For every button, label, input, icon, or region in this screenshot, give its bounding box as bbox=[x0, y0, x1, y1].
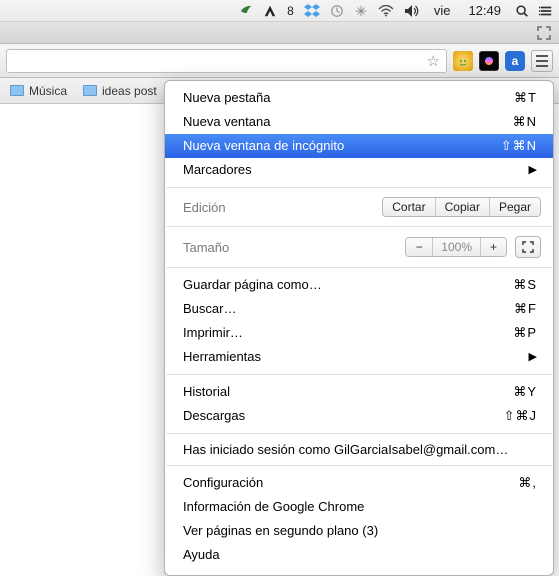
menu-help[interactable]: Ayuda bbox=[165, 543, 553, 567]
menu-new-tab[interactable]: Nueva pestaña ⌘T bbox=[165, 86, 553, 110]
menu-zoom-row: Tamaño − 100% + bbox=[165, 232, 553, 262]
menu-new-window[interactable]: Nueva ventana ⌘N bbox=[165, 110, 553, 134]
shortcut: ⌘P bbox=[513, 324, 537, 342]
sync-icon[interactable] bbox=[354, 0, 368, 21]
menu-settings[interactable]: Configuración ⌘, bbox=[165, 471, 553, 495]
paste-button[interactable]: Pegar bbox=[489, 198, 540, 216]
menu-label: Imprimir… bbox=[183, 324, 243, 342]
macos-menubar: 8 vie 12:49 bbox=[0, 0, 559, 22]
extension-icon-2[interactable] bbox=[479, 51, 499, 71]
menu-about-chrome[interactable]: Información de Google Chrome bbox=[165, 495, 553, 519]
tab-strip bbox=[0, 22, 559, 44]
menu-label: Tamaño bbox=[183, 240, 229, 255]
edit-button-group: Cortar Copiar Pegar bbox=[382, 197, 541, 217]
menu-label: Ayuda bbox=[183, 546, 220, 564]
folder-icon bbox=[83, 85, 97, 96]
shortcut: ⌘S bbox=[513, 276, 537, 294]
menu-label: Has iniciado sesión como GilGarciaIsabel… bbox=[183, 442, 508, 457]
menu-label: Nueva ventana bbox=[183, 113, 270, 131]
spotlight-icon[interactable] bbox=[515, 0, 529, 21]
shortcut: ⇧⌘N bbox=[501, 137, 537, 155]
cut-button[interactable]: Cortar bbox=[383, 198, 434, 216]
chrome-menu-button[interactable] bbox=[531, 50, 553, 72]
bookmark-star-icon[interactable]: ☆ bbox=[427, 52, 440, 70]
zoom-in-button[interactable]: + bbox=[480, 238, 506, 256]
submenu-arrow-icon: ▶ bbox=[529, 161, 537, 179]
menu-label: Nueva pestaña bbox=[183, 89, 270, 107]
separator bbox=[166, 465, 552, 466]
notification-center-icon[interactable] bbox=[539, 0, 553, 21]
menu-find[interactable]: Buscar… ⌘F bbox=[165, 297, 553, 321]
hummingbird-icon[interactable] bbox=[239, 0, 253, 21]
extension-icon-1[interactable] bbox=[453, 51, 473, 71]
menu-new-incognito[interactable]: Nueva ventana de incógnito ⇧⌘N bbox=[165, 134, 553, 158]
separator bbox=[166, 226, 552, 227]
shortcut: ⇧⌘J bbox=[504, 407, 537, 425]
adobe-icon[interactable] bbox=[263, 0, 277, 21]
shortcut: ⌘, bbox=[518, 474, 537, 492]
menu-label: Guardar página como… bbox=[183, 276, 322, 294]
menu-label: Información de Google Chrome bbox=[183, 498, 364, 516]
copy-button[interactable]: Copiar bbox=[435, 198, 489, 216]
separator bbox=[166, 187, 552, 188]
shortcut: ⌘Y bbox=[513, 383, 537, 401]
menu-downloads[interactable]: Descargas ⇧⌘J bbox=[165, 404, 553, 428]
shortcut: ⌘N bbox=[513, 113, 537, 131]
menu-label: Nueva ventana de incógnito bbox=[183, 137, 344, 155]
separator bbox=[166, 267, 552, 268]
wifi-icon[interactable] bbox=[378, 0, 394, 21]
menu-edit-row: Edición Cortar Copiar Pegar bbox=[165, 193, 553, 221]
shortcut: ⌘T bbox=[514, 89, 537, 107]
address-bar[interactable]: ☆ bbox=[6, 49, 447, 73]
menu-bookmarks[interactable]: Marcadores ▶ bbox=[165, 158, 553, 182]
menubar-day[interactable]: vie bbox=[434, 0, 451, 21]
bookmark-label: ideas post bbox=[102, 84, 157, 98]
folder-icon bbox=[10, 85, 24, 96]
toolbar: ☆ a bbox=[0, 44, 559, 78]
menu-tools[interactable]: Herramientas ▶ bbox=[165, 345, 553, 369]
menu-save-as[interactable]: Guardar página como… ⌘S bbox=[165, 273, 553, 297]
extension-icon-3[interactable]: a bbox=[505, 51, 525, 71]
separator bbox=[166, 433, 552, 434]
menubar-time[interactable]: 12:49 bbox=[468, 0, 501, 21]
submenu-arrow-icon: ▶ bbox=[529, 348, 537, 366]
zoom-level: 100% bbox=[432, 238, 480, 256]
bookmark-label: Música bbox=[29, 84, 67, 98]
zoom-out-button[interactable]: − bbox=[406, 238, 432, 256]
volume-icon[interactable] bbox=[404, 0, 420, 21]
menu-history[interactable]: Historial ⌘Y bbox=[165, 380, 553, 404]
menu-background-pages[interactable]: Ver páginas en segundo plano (3) bbox=[165, 519, 553, 543]
menu-label: Ver páginas en segundo plano (3) bbox=[183, 522, 378, 540]
menu-label: Edición bbox=[183, 200, 226, 215]
chrome-main-menu: Nueva pestaña ⌘T Nueva ventana ⌘N Nueva … bbox=[164, 80, 554, 576]
fullscreen-button[interactable] bbox=[515, 236, 541, 258]
menu-label: Herramientas bbox=[183, 348, 261, 366]
fullscreen-window-icon[interactable] bbox=[537, 26, 551, 40]
bookmark-folder-musica[interactable]: Música bbox=[10, 84, 67, 98]
menu-signed-in[interactable]: Has iniciado sesión como GilGarciaIsabel… bbox=[165, 439, 553, 460]
zoom-button-group: − 100% + bbox=[405, 237, 507, 257]
menu-label: Historial bbox=[183, 383, 230, 401]
shortcut: ⌘F bbox=[514, 300, 537, 318]
timemachine-icon[interactable] bbox=[330, 0, 344, 21]
menu-label: Descargas bbox=[183, 407, 245, 425]
menu-label: Buscar… bbox=[183, 300, 236, 318]
menu-label: Configuración bbox=[183, 474, 263, 492]
separator bbox=[166, 374, 552, 375]
adobe-badge: 8 bbox=[287, 0, 294, 21]
bookmark-folder-ideas[interactable]: ideas post bbox=[83, 84, 157, 98]
menu-label: Marcadores bbox=[183, 161, 252, 179]
menu-print[interactable]: Imprimir… ⌘P bbox=[165, 321, 553, 345]
dropbox-icon[interactable] bbox=[304, 0, 320, 21]
